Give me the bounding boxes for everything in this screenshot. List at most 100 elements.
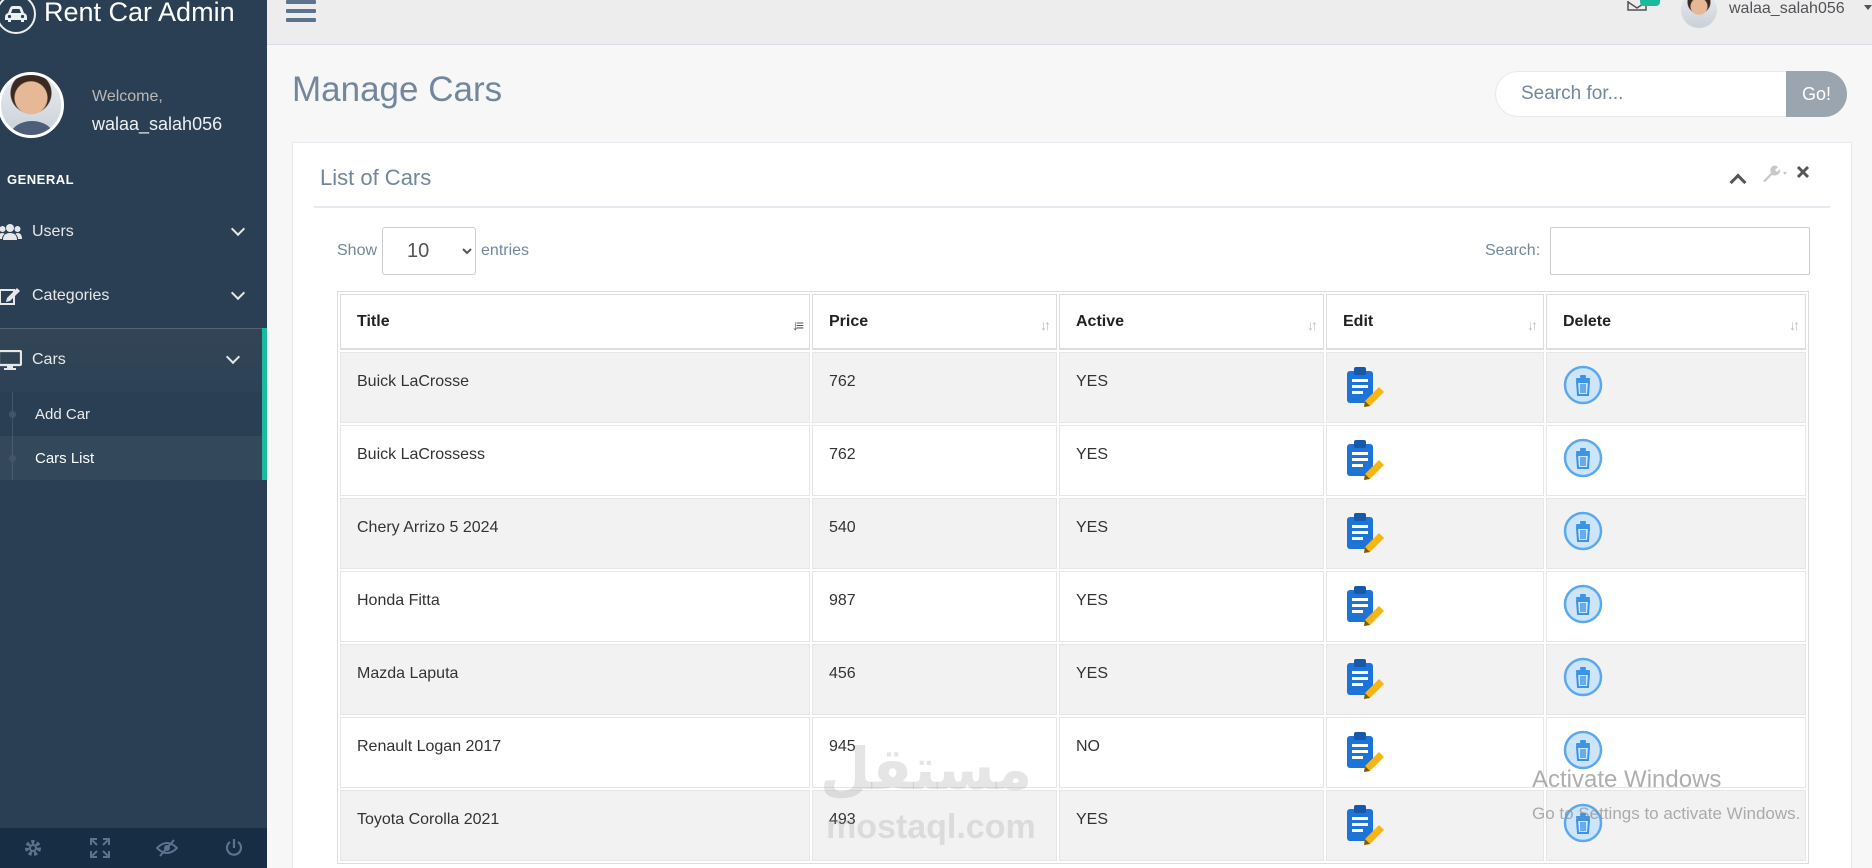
edit-clipboard-icon[interactable] [1343, 511, 1385, 558]
trash-icon[interactable] [1563, 730, 1603, 775]
cell-price: 945 [812, 717, 1057, 788]
cell-edit [1326, 352, 1544, 423]
welcome-text: Welcome, [92, 88, 163, 105]
cell-price: 540 [812, 498, 1057, 569]
edit-clipboard-icon[interactable] [1343, 438, 1385, 485]
menu-toggle-icon[interactable] [286, 0, 316, 24]
sidebar-subitem-cars-list[interactable]: Cars List [0, 436, 262, 480]
cars-table-wrapper: Title ↓≡ Price ↓↑ Active ↓↑ Edit ↓↑ Delete ↓↑… [337, 291, 1809, 864]
edit-clipboard-icon[interactable] [1343, 803, 1385, 850]
cell-edit [1326, 717, 1544, 788]
cell-edit [1326, 571, 1544, 642]
cell-active: YES [1059, 790, 1324, 861]
table-search-input[interactable] [1550, 227, 1811, 275]
desktop-icon [0, 350, 22, 370]
sort-icon: ↓↑ [1307, 317, 1318, 333]
search-input[interactable] [1495, 71, 1786, 117]
chevron-down-icon [230, 221, 246, 237]
cell-active: YES [1059, 498, 1324, 569]
cell-delete [1546, 571, 1806, 642]
sidebar: Rent Car Admin Welcome, walaa_salah056 G… [0, 0, 267, 868]
users-icon [0, 223, 22, 241]
chevron-down-icon [230, 285, 246, 301]
col-header-edit[interactable]: Edit ↓↑ [1326, 294, 1544, 350]
cell-edit [1326, 644, 1544, 715]
sidebar-subitem-add-car[interactable]: Add Car [0, 392, 262, 436]
profile-username: walaa_salah056 [92, 114, 223, 134]
eye-slash-icon[interactable] [134, 828, 201, 868]
app-title: Rent Car Admin [44, 0, 235, 27]
cars-table: Title ↓≡ Price ↓↑ Active ↓↑ Edit ↓↑ Delete ↓↑… [337, 291, 1809, 864]
edit-clipboard-icon[interactable] [1343, 365, 1385, 412]
trash-icon[interactable] [1563, 657, 1603, 702]
filter-label: Search: [1485, 242, 1541, 259]
sidebar-footer [0, 828, 267, 868]
cell-price: 456 [812, 644, 1057, 715]
col-header-price[interactable]: Price ↓↑ [812, 294, 1057, 350]
caret-down-icon[interactable] [1864, 5, 1872, 10]
cell-edit [1326, 425, 1544, 496]
user-menu[interactable]: walaa_salah056 [1729, 0, 1845, 18]
edit-clipboard-icon[interactable] [1343, 657, 1385, 704]
table-row: Buick LaCrossess 762 YES [340, 425, 1806, 496]
show-label: Show [337, 242, 378, 259]
sort-icon: ↓↑ [1527, 317, 1538, 333]
fullscreen-icon[interactable] [67, 828, 134, 868]
cell-price: 762 [812, 352, 1057, 423]
cell-title: Buick LaCrossess [340, 425, 810, 496]
cell-title: Mazda Laputa [340, 644, 810, 715]
trash-icon[interactable] [1563, 438, 1603, 483]
sidebar-item-cars[interactable]: Cars [0, 328, 267, 392]
cell-delete [1546, 352, 1806, 423]
brand[interactable]: Rent Car Admin [0, 0, 235, 36]
trash-icon[interactable] [1563, 365, 1603, 410]
sidebar-item-label: Users [32, 223, 74, 240]
cell-title: Chery Arrizo 5 2024 [340, 498, 810, 569]
settings-icon[interactable] [0, 828, 67, 868]
edit-icon [0, 287, 22, 305]
sidebar-menu: Users Categories Cars Add Car Cars List [0, 200, 267, 480]
avatar [0, 72, 64, 138]
table-row: Mazda Laputa 456 YES [340, 644, 1806, 715]
cell-edit [1326, 498, 1544, 569]
panel-divider [314, 206, 1830, 208]
cell-delete [1546, 498, 1806, 569]
trash-icon[interactable] [1563, 584, 1603, 629]
wrench-icon[interactable] [1761, 165, 1791, 188]
trash-icon[interactable] [1563, 511, 1603, 556]
table-filter: Search: [1485, 227, 1811, 275]
col-header-active[interactable]: Active ↓↑ [1059, 294, 1324, 350]
col-header-title[interactable]: Title ↓≡ [340, 294, 810, 350]
entries-select[interactable]: 10 [382, 227, 477, 275]
cell-title: Buick LaCrosse [340, 352, 810, 423]
edit-clipboard-icon[interactable] [1343, 730, 1385, 777]
profile: Welcome, walaa_salah056 [0, 72, 267, 142]
col-header-delete[interactable]: Delete ↓↑ [1546, 294, 1806, 350]
collapse-icon[interactable] [1729, 173, 1747, 191]
table-row: Buick LaCrosse 762 YES [340, 352, 1806, 423]
car-icon [0, 0, 36, 34]
cell-title: Honda Fitta [340, 571, 810, 642]
cell-price: 493 [812, 790, 1057, 861]
table-row: Chery Arrizo 5 2024 540 YES [340, 498, 1806, 569]
cell-delete [1546, 644, 1806, 715]
edit-clipboard-icon[interactable] [1343, 584, 1385, 631]
table-row: Renault Logan 2017 945 NO [340, 717, 1806, 788]
close-icon[interactable] [1796, 165, 1810, 184]
trash-icon[interactable] [1563, 803, 1603, 848]
go-button[interactable]: Go! [1786, 71, 1847, 117]
cell-title: Toyota Corolla 2021 [340, 790, 810, 861]
user-avatar[interactable] [1681, 0, 1717, 28]
sidebar-item-users[interactable]: Users [0, 200, 267, 264]
cell-active: YES [1059, 571, 1324, 642]
sidebar-item-categories[interactable]: Categories [0, 264, 267, 328]
entries-label: entries [481, 242, 530, 259]
sort-icon: ↓↑ [1040, 317, 1051, 333]
cell-price: 987 [812, 571, 1057, 642]
cell-delete [1546, 717, 1806, 788]
top-search: Go! [1495, 71, 1847, 117]
power-icon[interactable] [200, 828, 267, 868]
page-title: Manage Cars [292, 70, 503, 109]
cell-active: YES [1059, 425, 1324, 496]
table-body: Buick LaCrosse 762 YES Buick LaCrossess 762 Y… [340, 352, 1806, 861]
